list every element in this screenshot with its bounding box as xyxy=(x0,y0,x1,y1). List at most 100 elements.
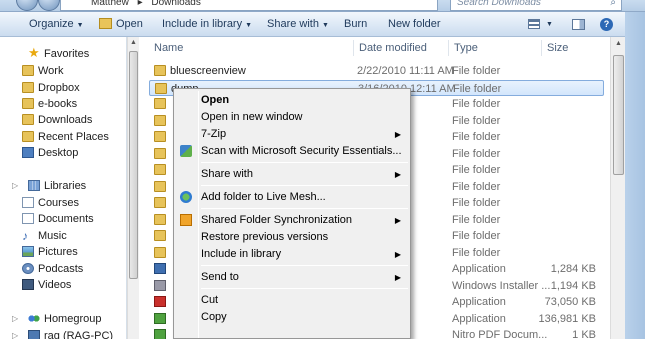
menu-item-label: Send to xyxy=(201,271,239,283)
scroll-thumb[interactable] xyxy=(613,55,624,175)
scroll-up-icon[interactable]: ▲ xyxy=(615,40,622,47)
file-row[interactable]: bluescreenview 2/22/2010 11:11 AM File fol… xyxy=(149,63,604,79)
column-header-type[interactable]: Type xyxy=(454,37,478,59)
file-list-scrollbar[interactable]: ▲ xyxy=(610,37,625,339)
nav-computer[interactable]: rag (RAG-PC) xyxy=(28,328,113,339)
libraries-icon xyxy=(28,180,40,191)
menu-item-include-in-library[interactable]: Include in library ▶ xyxy=(176,246,408,263)
change-view-icon[interactable] xyxy=(528,19,540,29)
file-name: bluescreenview xyxy=(170,65,246,77)
breadcrumb-user[interactable]: Matthew xyxy=(91,0,129,8)
include-in-library-button[interactable]: Include in library ▼ xyxy=(162,12,252,37)
podcasts-icon xyxy=(22,263,34,274)
organize-button[interactable]: Organize ▼ xyxy=(29,12,84,37)
nav-item-music[interactable]: ♪ Music xyxy=(22,228,67,244)
menu-item-7-zip[interactable]: 7-Zip ▶ xyxy=(176,126,408,143)
file-type: File folder xyxy=(452,131,501,143)
column-divider[interactable] xyxy=(353,40,354,56)
preview-pane-icon[interactable] xyxy=(572,19,585,30)
menu-item-label: Restore previous versions xyxy=(201,231,329,243)
music-icon: ♪ xyxy=(22,229,28,243)
address-bar[interactable]: Matthew ▸ Downloads xyxy=(60,0,438,11)
menu-item-restore-previous-versions[interactable]: Restore previous versions xyxy=(176,229,408,246)
file-type: File folder xyxy=(453,83,502,95)
folder-icon xyxy=(154,197,166,208)
help-icon[interactable]: ? xyxy=(600,18,613,31)
share-with-button[interactable]: Share with ▼ xyxy=(267,12,329,37)
nav-libraries[interactable]: Libraries xyxy=(28,178,86,194)
folder-icon xyxy=(22,114,34,125)
pictures-icon xyxy=(22,246,34,257)
menu-item-open[interactable]: Open xyxy=(176,92,408,109)
column-divider[interactable] xyxy=(541,40,542,56)
menu-item-copy[interactable]: Copy xyxy=(176,309,408,326)
expand-triangle-icon[interactable]: ▷ xyxy=(12,181,18,190)
menu-item-label: Shared Folder Synchronization xyxy=(201,214,353,226)
column-header-date[interactable]: Date modified xyxy=(359,37,427,59)
nav-item-downloads[interactable]: Downloads xyxy=(22,112,92,128)
menu-item-send-to[interactable]: Send to ▶ xyxy=(176,269,408,286)
menu-item-open-in-new-window[interactable]: Open in new window xyxy=(176,109,408,126)
folder-icon xyxy=(154,230,166,241)
nav-item-desktop[interactable]: Desktop xyxy=(22,145,78,161)
nav-item-dropbox[interactable]: Dropbox xyxy=(22,80,80,96)
expand-triangle-icon[interactable]: ▷ xyxy=(12,331,18,339)
back-button[interactable] xyxy=(16,0,38,11)
breadcrumb-downloads[interactable]: Downloads xyxy=(151,0,200,8)
menu-item-label: Cut xyxy=(201,294,219,306)
navigation-scrollbar[interactable]: ▲ xyxy=(127,37,139,339)
live-mesh-icon xyxy=(180,191,192,203)
nav-favorites[interactable]: ★ Favorites xyxy=(28,45,89,62)
window-frame-edge xyxy=(625,12,645,339)
nav-item-courses[interactable]: Courses xyxy=(22,195,79,211)
nav-item-recent-places[interactable]: Recent Places xyxy=(22,129,109,145)
menu-item-shared-folder-synchronization[interactable]: Shared Folder Synchronization ▶ xyxy=(176,212,408,229)
command-bar: Organize ▼ Open Include in library ▼ Share… xyxy=(0,12,625,37)
menu-item-label: Scan with Microsoft Security Essentials.… xyxy=(201,145,402,157)
scroll-thumb[interactable] xyxy=(129,51,138,279)
navigation-pane: ★ Favorites Work Dropbox e-books Downloa… xyxy=(0,37,127,339)
menu-item-scan-with-microsoft-security-essentials[interactable]: Scan with Microsoft Security Essentials.… xyxy=(176,143,408,160)
nav-item-label: Documents xyxy=(38,213,94,225)
folder-icon xyxy=(154,131,166,142)
expand-triangle-icon[interactable]: ▷ xyxy=(12,314,18,323)
file-type: Application xyxy=(452,263,506,275)
column-header-name[interactable]: Name xyxy=(154,37,183,59)
file-size: 1 KB xyxy=(572,329,596,339)
open-label: Open xyxy=(116,18,143,30)
column-divider[interactable] xyxy=(448,40,449,56)
view-options-chevron[interactable]: ▼ xyxy=(546,12,553,37)
nitro-pdf-icon xyxy=(154,329,166,339)
search-input[interactable]: Search Downloads ⌕ xyxy=(450,0,622,11)
nav-item-label: Work xyxy=(38,65,64,77)
new-folder-label: New folder xyxy=(388,18,441,30)
search-icon[interactable]: ⌕ xyxy=(610,0,616,8)
new-folder-button[interactable]: New folder xyxy=(388,12,441,37)
menu-item-add-folder-to-live-mesh[interactable]: Add folder to Live Mesh... xyxy=(176,189,408,206)
open-button[interactable]: Open xyxy=(99,12,143,37)
scroll-up-icon[interactable]: ▲ xyxy=(130,39,137,46)
nav-item-pictures[interactable]: Pictures xyxy=(22,244,78,260)
menu-item-label: Open xyxy=(201,94,230,106)
file-type: Application xyxy=(452,313,506,325)
column-header-size[interactable]: Size xyxy=(547,37,568,59)
file-type: Windows Installer ... xyxy=(452,280,551,292)
menu-item-cut[interactable]: Cut xyxy=(176,292,408,309)
organize-label: Organize xyxy=(29,18,74,30)
nav-item-ebooks[interactable]: e-books xyxy=(22,96,77,112)
burn-button[interactable]: Burn xyxy=(344,12,367,37)
menu-item-label: Copy xyxy=(201,311,227,323)
forward-button[interactable] xyxy=(38,0,60,11)
nav-homegroup[interactable]: Homegroup xyxy=(28,311,101,327)
nav-item-videos[interactable]: Videos xyxy=(22,277,71,293)
chevron-down-icon: ▼ xyxy=(245,22,253,29)
nav-item-documents[interactable]: Documents xyxy=(22,211,94,227)
nav-item-podcasts[interactable]: Podcasts xyxy=(22,261,83,277)
nav-item-work[interactable]: Work xyxy=(22,63,64,79)
nav-item-label: Music xyxy=(38,230,67,242)
search-placeholder: Search Downloads xyxy=(457,0,541,8)
menu-item-share-with[interactable]: Share with ▶ xyxy=(176,166,408,183)
installer-icon xyxy=(154,280,166,291)
homegroup-icon xyxy=(28,313,40,324)
file-type: File folder xyxy=(452,197,501,209)
